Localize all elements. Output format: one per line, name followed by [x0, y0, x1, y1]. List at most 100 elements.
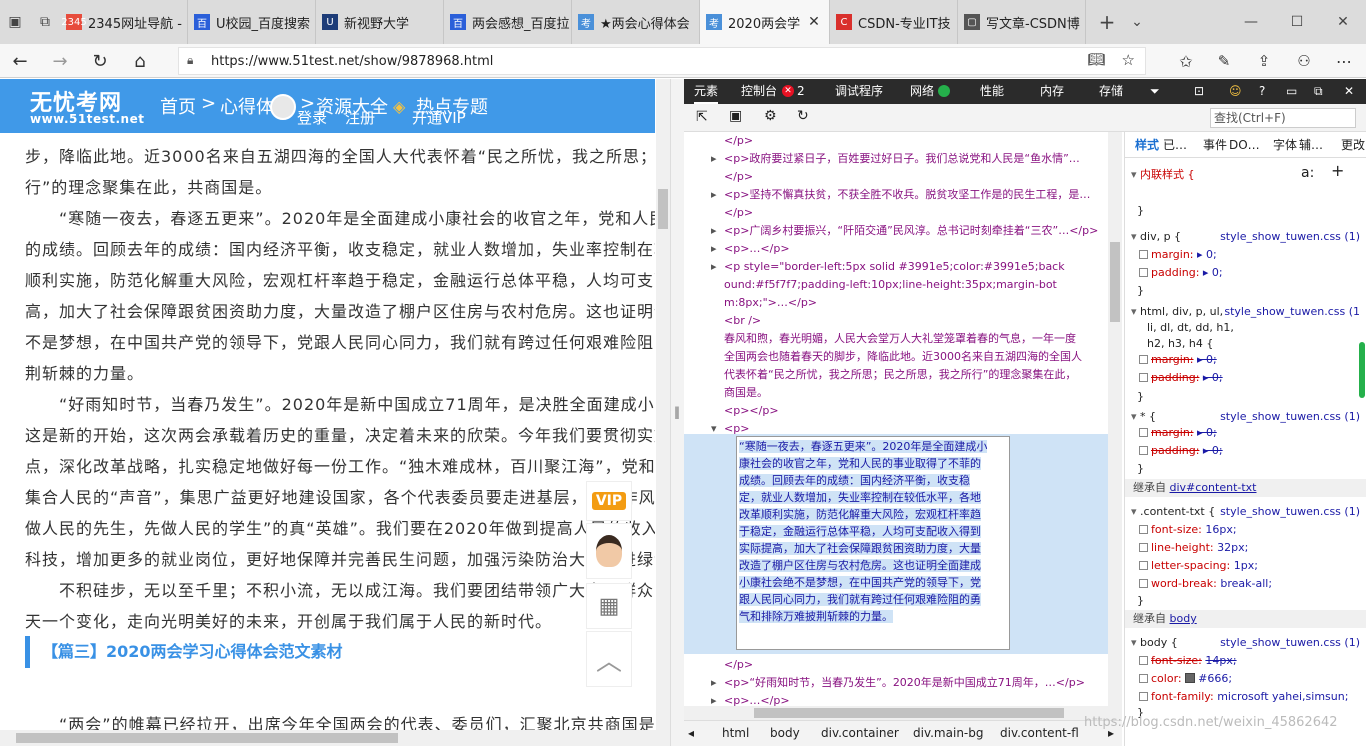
dom-node[interactable]: 春风和煦，春光明媚，人民大会堂万人大礼堂笼罩着春的气息，一年一度 — [684, 330, 1108, 348]
dom-node[interactable]: ound:#f5f7f7;padding-left:10px;line-heig… — [684, 276, 1108, 294]
devtools-search-input[interactable]: 查找(Ctrl+F) — [1210, 108, 1356, 128]
nav-home-link[interactable]: 首页 — [160, 93, 196, 119]
console-drawer-icon[interactable]: ⊡ — [1194, 79, 1204, 104]
dom-vertical-scrollbar[interactable] — [1108, 132, 1122, 706]
tab-list-icon[interactable]: ⧉ — [30, 0, 60, 44]
expand-arrow-icon[interactable]: ▸ — [684, 222, 724, 240]
style-property[interactable]: margin: ▸ 0; — [1139, 424, 1217, 442]
property-checkbox[interactable] — [1139, 355, 1148, 364]
home-button[interactable]: ⌂ — [128, 50, 152, 72]
property-checkbox[interactable] — [1139, 674, 1148, 683]
expand-arrow-icon[interactable]: ▸ — [684, 186, 724, 204]
rule-source-link[interactable]: style_show_tuwen.css (1) — [1220, 228, 1360, 246]
expand-arrow-icon[interactable] — [684, 366, 724, 384]
dom-node[interactable]: ▸ <p style="border-left:5px solid #3991e… — [684, 258, 1108, 276]
breadcrumb-item[interactable]: div.container — [821, 726, 899, 740]
url-field[interactable]: 🔒︎ https://www.51test.net/show/9878968.h… — [178, 47, 1146, 75]
property-checkbox[interactable] — [1139, 250, 1148, 259]
style-property[interactable]: margin: ▸ 0; — [1139, 246, 1217, 264]
inline-style-rule[interactable]: ▾ 内联样式 { — [1131, 166, 1195, 184]
styles-scroll-thumb[interactable] — [1359, 342, 1365, 398]
menu-icon[interactable]: ⋯ — [1332, 50, 1356, 72]
rule-selector[interactable]: ▾ body { — [1131, 634, 1178, 652]
expand-arrow-icon[interactable] — [684, 132, 724, 150]
dom-node[interactable]: ▸ <p>…</p> — [684, 240, 1108, 258]
close-tab-icon[interactable]: ✕ — [808, 14, 820, 30]
breadcrumb-item[interactable]: html — [722, 726, 749, 740]
dock-icon[interactable]: ▭ — [1286, 79, 1297, 104]
tab-console[interactable]: 控制台 — [741, 79, 777, 104]
forward-button[interactable]: → — [48, 50, 72, 72]
style-property[interactable]: word-break: break-all; — [1139, 575, 1272, 593]
tab-performance[interactable]: 性能 — [980, 79, 1004, 104]
rule-source-link[interactable]: style_show_tuwen.css (1) — [1220, 634, 1360, 652]
style-property[interactable]: color: #666; — [1139, 670, 1232, 688]
tab-events[interactable]: 事件 — [1203, 136, 1227, 154]
style-property[interactable]: font-size: 16px; — [1139, 521, 1237, 539]
register-link[interactable]: 注册 — [345, 107, 375, 128]
dom-node[interactable]: <br /> — [684, 312, 1108, 330]
tab-8[interactable]: ▢ 写文章-CSDN博 — [958, 0, 1086, 44]
style-property[interactable]: line-height: 32px; — [1139, 539, 1248, 557]
favorite-star-icon[interactable]: ☆ — [1122, 51, 1135, 69]
refresh-dom-icon[interactable]: ↻ — [797, 108, 809, 124]
dom-node[interactable]: ▸ <p>坚持不懈真扶贫，不获全胜不收兵。脱贫攻坚工作是的民生工程，是… — [684, 186, 1108, 204]
style-property[interactable]: margin: ▸ 0; — [1139, 351, 1217, 369]
maximize-icon[interactable]: ☐ — [1274, 0, 1320, 44]
dom-node[interactable]: </p> — [684, 204, 1108, 222]
share-icon[interactable]: ⇪ — [1252, 50, 1276, 72]
dom-node[interactable]: 商国是。 — [684, 384, 1108, 402]
expand-arrow-icon[interactable]: ▸ — [684, 240, 724, 258]
tab-computed[interactable]: 已… — [1163, 136, 1187, 154]
float-vip-button[interactable]: VIP — [586, 481, 632, 521]
style-property[interactable]: padding: ▸ 0; — [1139, 369, 1223, 387]
rule-selector[interactable]: ▾ .content-txt { — [1131, 503, 1215, 521]
tab-dom-bp[interactable]: DO… — [1229, 136, 1260, 154]
reading-view-icon[interactable]: 📖︎ — [1087, 52, 1105, 68]
selected-node[interactable]: “寒随一夜去，春逐五更来”。2020年是全面建成小 康社会的收官之年，党和人民的事… — [684, 434, 1108, 654]
tab-1[interactable]: 2345 2345网址导航 - — [60, 0, 188, 44]
tab-actions-icon[interactable]: ▣ — [0, 0, 30, 44]
tab-3[interactable]: U 新视野大学 — [316, 0, 444, 44]
minimize-icon[interactable]: — — [1228, 0, 1274, 44]
dom-horizontal-scrollbar[interactable] — [684, 706, 1122, 720]
breadcrumb-back-icon[interactable]: ◂ — [688, 726, 694, 740]
tab-2[interactable]: 百 U校园_百度搜索 — [188, 0, 316, 44]
expand-arrow-icon[interactable]: ▸ — [684, 674, 724, 692]
expand-arrow-icon[interactable] — [684, 402, 724, 420]
extensions-icon[interactable]: ⚇ — [1292, 50, 1316, 72]
expand-arrow-icon[interactable] — [684, 276, 724, 294]
expand-arrow-icon[interactable]: ▸ — [684, 258, 724, 276]
expand-arrow-icon[interactable] — [684, 168, 724, 186]
dom-node[interactable]: m:8px;">…</p> — [684, 294, 1108, 312]
tab-styles[interactable]: 样式 — [1135, 136, 1159, 154]
open-vip-link[interactable]: 开通VIP — [412, 107, 466, 128]
tab-changes[interactable]: 更改 — [1341, 136, 1365, 154]
expand-arrow-icon[interactable] — [684, 348, 724, 366]
tab-5[interactable]: 考 ★两会心得体会 — [572, 0, 700, 44]
color-swatch[interactable] — [1185, 673, 1196, 683]
property-checkbox[interactable] — [1139, 543, 1148, 552]
float-service-button[interactable] — [586, 523, 632, 579]
favorites-icon[interactable]: ✩ — [1174, 50, 1198, 72]
property-checkbox[interactable] — [1139, 561, 1148, 570]
breadcrumb-item[interactable]: div.main-bg — [913, 726, 983, 740]
tab-7[interactable]: C CSDN-专业IT技 — [830, 0, 958, 44]
vip-diamond-icon[interactable]: ◈ — [393, 97, 405, 116]
tab-fonts[interactable]: 字体 — [1273, 136, 1297, 154]
toggle-class-button[interactable]: a: — [1301, 164, 1314, 182]
tab-accessibility[interactable]: 辅… — [1299, 136, 1323, 154]
dom-node[interactable]: </p> — [684, 656, 1108, 674]
close-devtools-icon[interactable]: ✕ — [1344, 79, 1354, 104]
style-property[interactable]: font-family: microsoft yahei,simsun; — [1139, 688, 1348, 706]
devtools-splitter[interactable]: ‖ — [670, 79, 684, 746]
style-property[interactable]: padding: ▸ 0; — [1139, 264, 1223, 282]
page-vertical-scrollbar[interactable] — [656, 79, 670, 746]
help-icon[interactable]: ? — [1259, 79, 1265, 104]
property-checkbox[interactable] — [1139, 428, 1148, 437]
expand-arrow-icon[interactable] — [684, 330, 724, 348]
add-rule-icon[interactable]: + — [1331, 162, 1344, 180]
tab-4[interactable]: 百两会感想_百度拉 — [444, 0, 572, 44]
expand-arrow-icon[interactable] — [684, 656, 724, 674]
user-avatar-icon[interactable] — [270, 94, 296, 120]
